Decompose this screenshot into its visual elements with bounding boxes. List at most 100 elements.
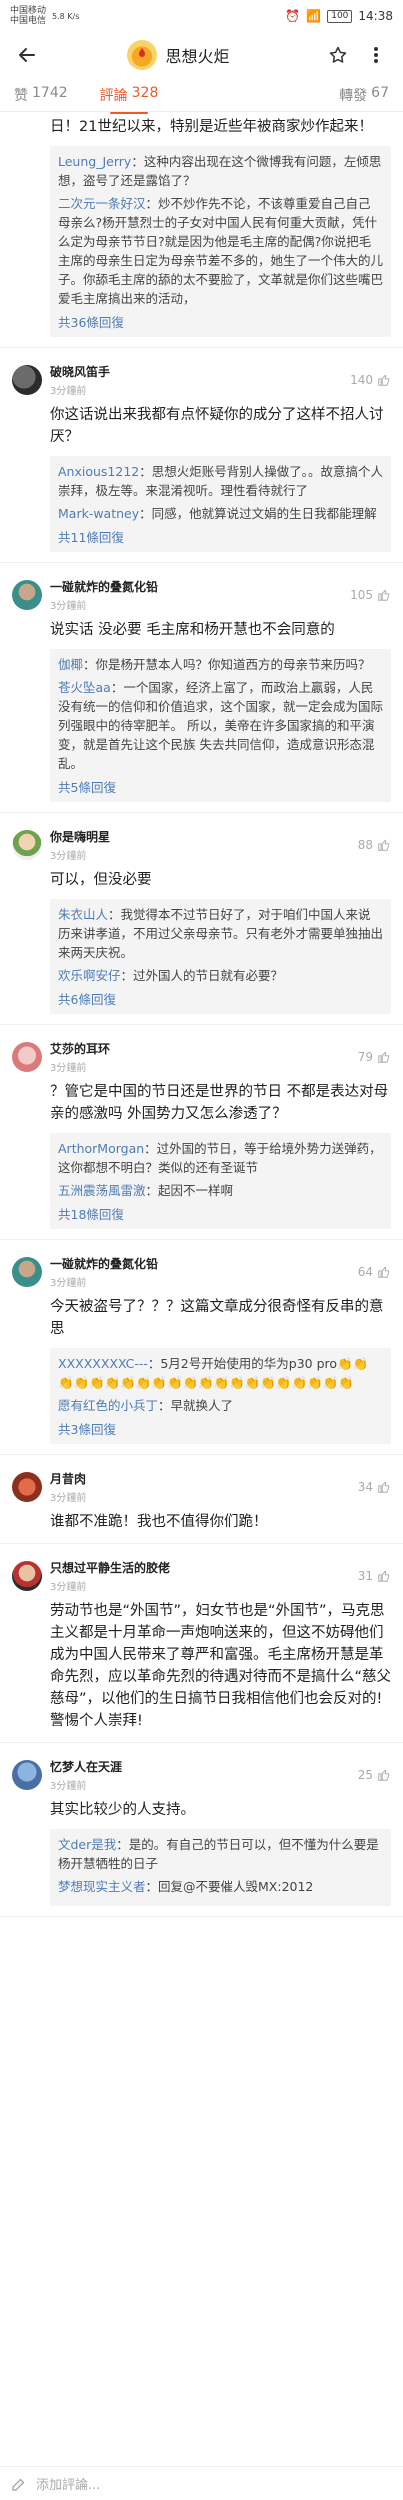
- like-button[interactable]: 79: [358, 1050, 391, 1064]
- more-options-button[interactable]: [361, 40, 391, 70]
- reply: 苍火坠aa：一个国家，经济上富了，而政治上贏弱，人民没有统一的信仰和价值追求，这…: [58, 678, 383, 773]
- view-more-replies[interactable]: 共3條回復: [58, 1419, 383, 1438]
- thumbs-up-icon: [378, 1051, 390, 1063]
- comment-meta: 破晓风笛手 3分鐘前: [50, 363, 350, 397]
- reply-box[interactable]: 伽椰：你是杨开慧本人吗？你知道西方的母亲节来历吗？ 苍火坠aa：一个国家，经济上…: [50, 649, 391, 802]
- reply: 五洲震荡風雷激：起因不一样啊: [58, 1181, 383, 1200]
- comment-author[interactable]: 艾莎的耳环: [50, 1040, 358, 1057]
- avatar[interactable]: [12, 580, 42, 610]
- reply-box[interactable]: ArthorMorgan：过外国的节日，等于给境外势力送弹药，这你都想不明白？类…: [50, 1133, 391, 1229]
- reply-author[interactable]: Anxious1212: [58, 464, 139, 479]
- top-bar: 思想火炬: [0, 32, 403, 78]
- back-button[interactable]: [12, 40, 42, 70]
- avatar[interactable]: [12, 1760, 42, 1790]
- avatar[interactable]: [12, 1472, 42, 1502]
- comment-time: 3分鐘前: [50, 601, 87, 612]
- reply-box[interactable]: 朱衣山人：我觉得本不过节日好了，对于咱们中国人来说历来讲孝道，不用过父亲母亲节。…: [50, 899, 391, 1014]
- like-button[interactable]: 105: [350, 588, 391, 602]
- like-count: 140: [350, 373, 373, 387]
- account-header[interactable]: 思想火炬: [42, 40, 315, 70]
- comment-item: 艾莎的耳环 3分鐘前 79 ？管它是中国的节日还是世界的节日 不都是表达对母亲的…: [0, 1025, 403, 1240]
- comment-item: 一碰就炸的叠氮化铅 3分鐘前 105 说实话 没必要 毛主席和杨开慧也不会同意的…: [0, 563, 403, 813]
- comment-author[interactable]: 忆梦人在天涯: [50, 1758, 358, 1775]
- like-button[interactable]: 31: [358, 1569, 391, 1583]
- network-speed: 5.8 K/s: [52, 11, 80, 21]
- view-more-replies[interactable]: 共11條回復: [58, 527, 383, 546]
- interaction-tabs: 赞 1742 評論 328 轉發 67: [0, 78, 403, 114]
- reply-author[interactable]: XXXXXXXXC---: [58, 1356, 148, 1371]
- reply-author[interactable]: 愿有红色的小兵丁: [58, 1398, 158, 1413]
- comment-text: 日！21世纪以来，特别是近些年被商家炒作起来！: [50, 119, 373, 135]
- comment-header: 艾莎的耳环 3分鐘前 79: [12, 1039, 391, 1075]
- comment-time: 3分鐘前: [50, 851, 87, 862]
- tab-reposts[interactable]: 轉發 67: [339, 85, 389, 105]
- tab-comments[interactable]: 評論 328: [99, 85, 158, 114]
- comment-header: 月昔肉 3分鐘前 34: [12, 1469, 391, 1505]
- comment-meta: 艾莎的耳环 3分鐘前: [50, 1040, 358, 1074]
- avatar[interactable]: [12, 830, 42, 860]
- reply: Anxious1212：思想火炬账号背别人操做了。。故意搞个人崇拜，极左等。来混…: [58, 462, 383, 500]
- like-count: 88: [357, 838, 373, 852]
- reply-author[interactable]: 伽椰: [58, 657, 83, 672]
- view-more-replies[interactable]: 共5條回復: [58, 777, 383, 796]
- avatar[interactable]: [12, 365, 42, 395]
- comment-list: 日！21世纪以来，特别是近些年被商家炒作起来！ Leung_Jerry：这种内容…: [0, 112, 403, 1917]
- like-button[interactable]: 64: [358, 1265, 391, 1279]
- avatar[interactable]: [12, 1042, 42, 1072]
- reply: XXXXXXXXC---：5月2号开始使用的华为p30 pro👏👏👏👏👏👏👏👏👏…: [58, 1354, 383, 1392]
- reply-box[interactable]: Anxious1212：思想火炬账号背别人操做了。。故意搞个人崇拜，极左等。来混…: [50, 456, 391, 552]
- reply: Leung_Jerry：这种内容出现在这个微博我有问题，左倾思想，盗号了还是露馅…: [58, 152, 383, 190]
- comment-author[interactable]: 破晓风笛手: [50, 363, 350, 380]
- reply: 梦想现实主义者：回复@不要催人毁MX:2012: [58, 1877, 383, 1896]
- view-more-replies[interactable]: 共6條回復: [58, 989, 383, 1008]
- avatar[interactable]: [12, 1257, 42, 1287]
- comment-author[interactable]: 只想过平静生活的胶佬: [50, 1559, 358, 1576]
- avatar[interactable]: [12, 1561, 42, 1591]
- page-title: 思想火炬: [165, 47, 230, 66]
- comment-input[interactable]: 添加評論...: [36, 2474, 100, 2493]
- reply-box[interactable]: XXXXXXXXC---：5月2号开始使用的华为p30 pro👏👏👏👏👏👏👏👏👏…: [50, 1348, 391, 1444]
- view-more-replies[interactable]: 共18條回復: [58, 1204, 383, 1223]
- view-more-replies[interactable]: 共36條回復: [58, 312, 383, 331]
- battery-indicator: 100: [327, 9, 353, 23]
- comment-item: 你是嗨明星 3分鐘前 88 可以，但没必要 朱衣山人：我觉得本不过节日好了，对于…: [0, 813, 403, 1025]
- comment-author[interactable]: 一碰就炸的叠氮化铅: [50, 1255, 358, 1272]
- reply-author[interactable]: Leung_Jerry: [58, 154, 131, 169]
- reply-box[interactable]: Leung_Jerry：这种内容出现在这个微博我有问题，左倾思想，盗号了还是露馅…: [50, 146, 391, 337]
- like-button[interactable]: 88: [358, 838, 391, 852]
- comment-header: 只想过平静生活的胶佬 3分鐘前 31: [12, 1558, 391, 1594]
- reply-author[interactable]: 欢乐啊安仔: [58, 968, 121, 983]
- like-count: 79: [357, 1050, 373, 1064]
- reply-text: ：同感，他就算说过文娟的生日我都能理解: [139, 506, 377, 521]
- comment-author[interactable]: 你是嗨明星: [50, 828, 358, 845]
- reply-author[interactable]: 梦想现实主义者: [58, 1879, 146, 1894]
- reply-author[interactable]: Mark-watney: [58, 506, 139, 521]
- comment-meta: 只想过平静生活的胶佬 3分鐘前: [50, 1559, 358, 1593]
- tab-reposts-label: 轉發: [339, 87, 368, 104]
- comment-time: 3分鐘前: [50, 1063, 87, 1074]
- comment-text: 其实比较少的人支持。: [50, 1802, 195, 1818]
- reply-author[interactable]: 二次元一条好汉: [58, 196, 146, 211]
- reply: 愿有红色的小兵丁：早就换人了: [58, 1396, 383, 1415]
- reply-author[interactable]: ArthorMorgan: [58, 1141, 144, 1156]
- like-button[interactable]: 34: [358, 1480, 391, 1494]
- reply: 伽椰：你是杨开慧本人吗？你知道西方的母亲节来历吗？: [58, 655, 383, 674]
- comment-text: 今天被盗号了？？？这篇文章成分很奇怪有反串的意思: [50, 1299, 384, 1337]
- tab-likes[interactable]: 赞 1742: [14, 85, 68, 105]
- comment-header: 你是嗨明星 3分鐘前 88: [12, 827, 391, 863]
- thumbs-up-icon: [378, 1769, 390, 1781]
- reply-box[interactable]: 文der是我：是的。有自己的节日可以，但不懂为什么要是杨开慧牺牲的日子 梦想现实…: [50, 1829, 391, 1906]
- reply-author[interactable]: 朱衣山人: [58, 907, 108, 922]
- reply-author[interactable]: 苍火坠aa: [58, 680, 111, 695]
- reply-text: ：起因不一样啊: [145, 1183, 234, 1198]
- reply-author[interactable]: 文der是我: [58, 1837, 116, 1852]
- like-button[interactable]: 140: [350, 373, 391, 387]
- comment-time: 3分鐘前: [50, 1781, 87, 1792]
- comment-item: 破晓风笛手 3分鐘前 140 你这话说出来我都有点怀疑你的成分了这样不招人讨厌？…: [0, 348, 403, 563]
- tab-comments-label: 評論: [99, 87, 128, 104]
- favorite-button[interactable]: [323, 40, 353, 70]
- reply-author[interactable]: 五洲震荡風雷激: [58, 1183, 146, 1198]
- comment-author[interactable]: 一碰就炸的叠氮化铅: [50, 578, 350, 595]
- comment-author[interactable]: 月昔肉: [50, 1470, 358, 1487]
- like-button[interactable]: 25: [358, 1768, 391, 1782]
